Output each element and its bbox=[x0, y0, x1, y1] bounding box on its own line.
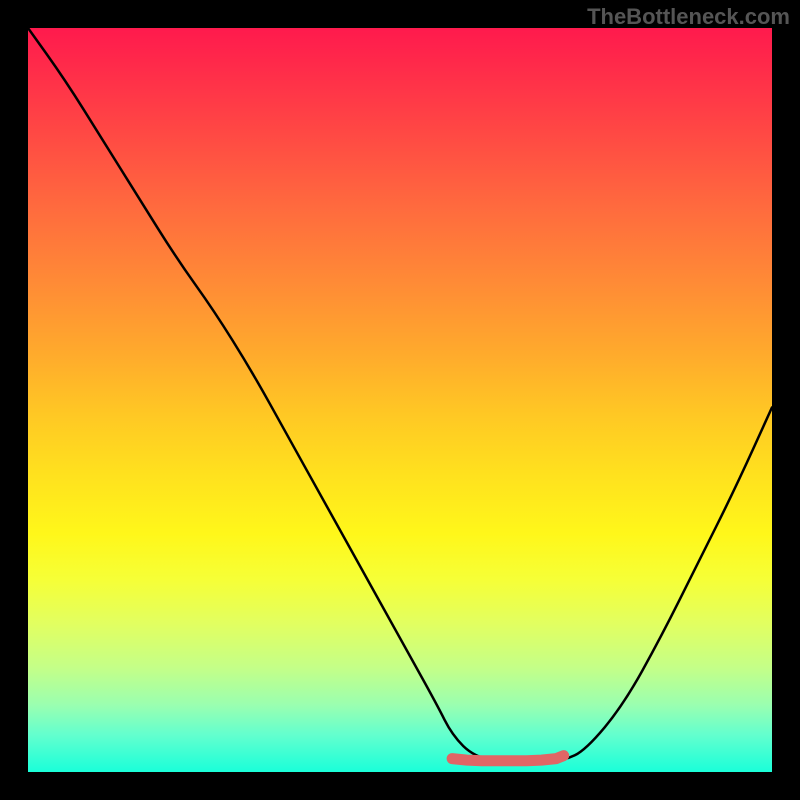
bottleneck-curve bbox=[28, 28, 772, 763]
curve-layer bbox=[28, 28, 772, 772]
watermark-text: TheBottleneck.com bbox=[587, 4, 790, 30]
optimal-start-dot bbox=[447, 754, 457, 764]
optimal-region-marker bbox=[452, 756, 564, 761]
plot-area bbox=[28, 28, 772, 772]
chart-container: TheBottleneck.com bbox=[0, 0, 800, 800]
